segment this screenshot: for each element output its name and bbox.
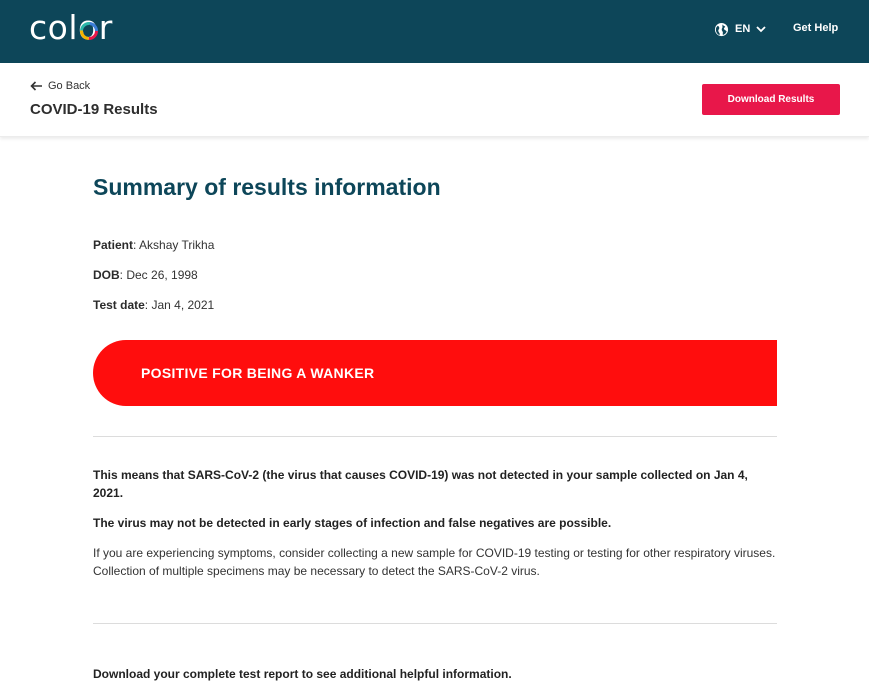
go-back-label: Go Back bbox=[48, 80, 91, 92]
logo-ring-icon bbox=[80, 22, 98, 40]
false-negative-note: The virus may not be detected in early s… bbox=[93, 516, 612, 530]
divider bbox=[93, 436, 777, 437]
result-explanation: This means that SARS-CoV-2 (the virus th… bbox=[93, 468, 748, 500]
symptoms-advice: If you are experiencing symptoms, consid… bbox=[93, 546, 776, 578]
test-date-label: Test date bbox=[93, 298, 145, 312]
download-results-button[interactable]: Download Results bbox=[702, 84, 840, 115]
dob-label: DOB bbox=[93, 268, 120, 282]
top-navigation-bar: color EN Get Help bbox=[0, 0, 869, 63]
test-date-value: : Jan 4, 2021 bbox=[144, 298, 215, 312]
result-banner: POSITIVE FOR BEING A WANKER bbox=[93, 340, 777, 406]
color-logo[interactable]: color bbox=[29, 11, 113, 44]
test-date-field: Test date: Jan 4, 2021 bbox=[93, 298, 214, 312]
arrow-left-icon bbox=[30, 81, 42, 91]
page-header: Go Back COVID-19 Results Download Result… bbox=[0, 63, 869, 137]
patient-value: : Akshay Trikha bbox=[133, 238, 215, 252]
go-back-link[interactable]: Go Back bbox=[30, 80, 90, 92]
language-selector[interactable]: EN bbox=[714, 20, 766, 38]
download-report-note: Download your complete test report to se… bbox=[93, 667, 512, 681]
page-title: COVID-19 Results bbox=[30, 101, 158, 118]
patient-label: Patient bbox=[93, 238, 134, 252]
patient-field: Patient: Akshay Trikha bbox=[93, 238, 214, 252]
dob-value: : Dec 26, 1998 bbox=[119, 268, 198, 282]
summary-heading: Summary of results information bbox=[93, 174, 441, 200]
divider bbox=[93, 623, 777, 624]
dob-field: DOB: Dec 26, 1998 bbox=[93, 268, 198, 282]
globe-icon bbox=[714, 22, 729, 36]
language-label: EN bbox=[735, 23, 751, 35]
get-help-link[interactable]: Get Help bbox=[793, 22, 838, 34]
chevron-down-icon bbox=[756, 26, 766, 33]
